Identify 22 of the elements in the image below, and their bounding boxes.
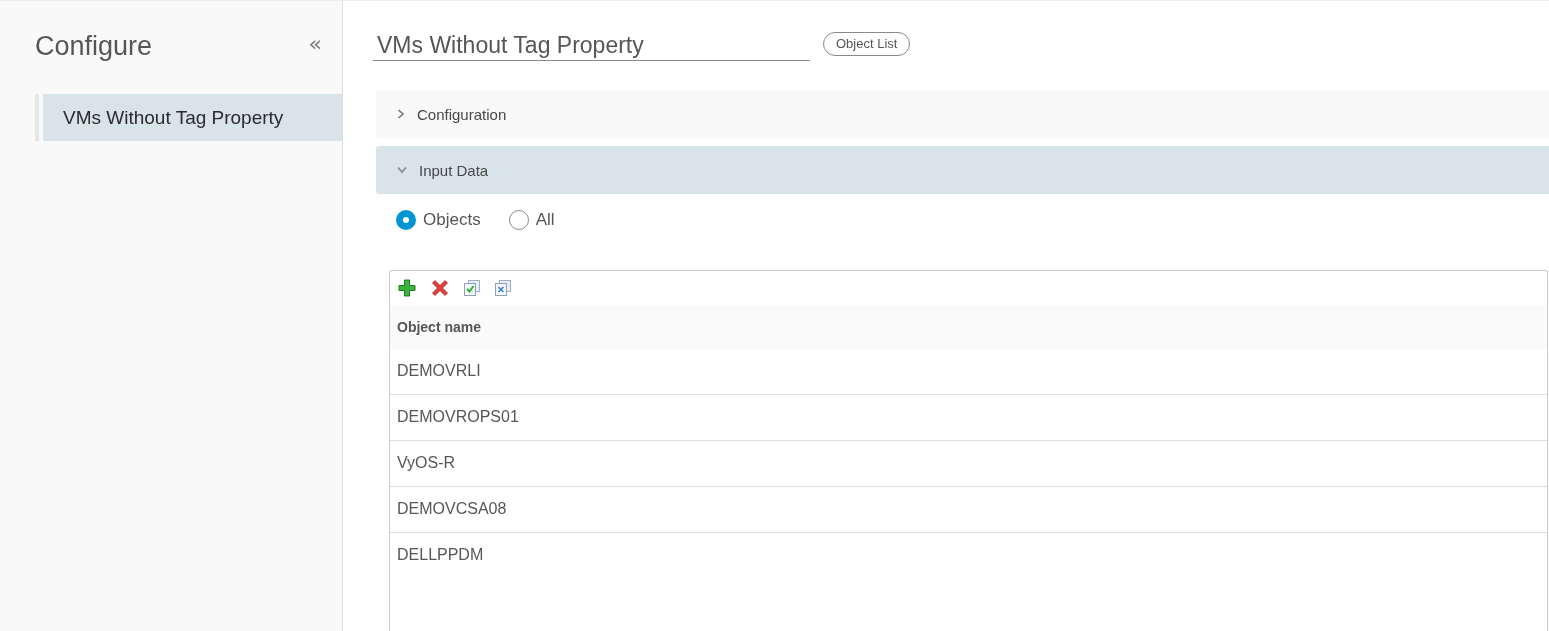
radio-button[interactable] bbox=[508, 210, 529, 230]
accordion-header[interactable]: Input Data bbox=[376, 146, 1549, 194]
table-cell-text: DEMOVRLI bbox=[396, 361, 482, 381]
accordion-header[interactable]: Configuration bbox=[376, 90, 1549, 138]
collapse-button[interactable]: « bbox=[306, 32, 324, 56]
name-field[interactable]: VMs Without Tag Property bbox=[373, 30, 810, 61]
radio-button[interactable] bbox=[396, 210, 416, 230]
radio-label[interactable]: All bbox=[535, 210, 555, 230]
cross-icon[interactable] bbox=[431, 279, 449, 297]
table-cell-text: DELLPPDM bbox=[396, 545, 485, 565]
plus-icon[interactable] bbox=[398, 279, 416, 297]
chevron-down-icon bbox=[397, 166, 407, 174]
chevron-right-icon bbox=[397, 109, 405, 119]
checked-box-icon[interactable] bbox=[464, 280, 480, 296]
table-cell-text: DEMOVCSA08 bbox=[396, 499, 508, 519]
table-cell-text: DEMOVROPS01 bbox=[396, 407, 520, 427]
table-cell-text: VyOS-R bbox=[396, 453, 457, 473]
column-header[interactable]: Object name bbox=[390, 305, 1547, 349]
sidebar-item[interactable]: VMs Without Tag Property bbox=[43, 94, 342, 141]
crossed-box-icon[interactable] bbox=[495, 280, 511, 296]
sidebar-title: Configure bbox=[35, 30, 153, 63]
radio-label[interactable]: Objects bbox=[423, 210, 481, 230]
